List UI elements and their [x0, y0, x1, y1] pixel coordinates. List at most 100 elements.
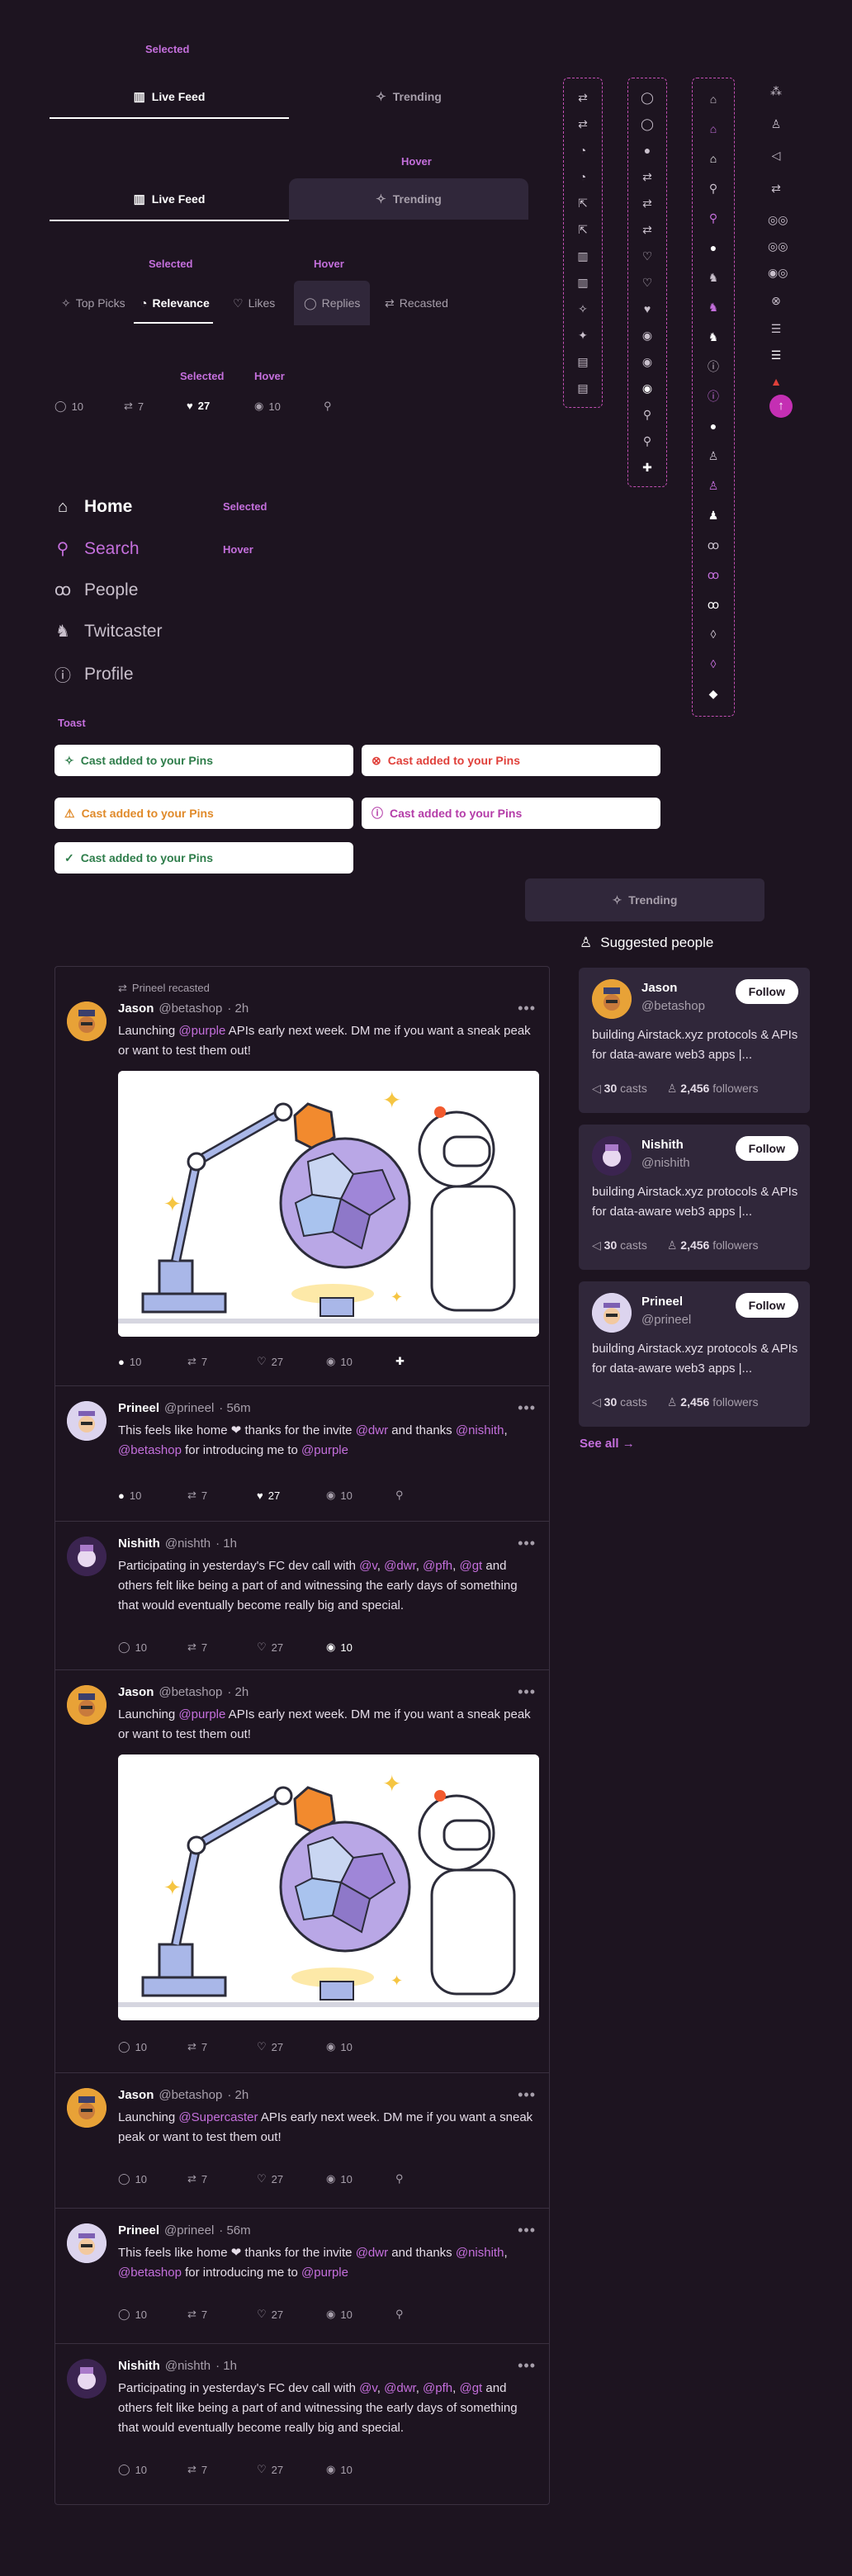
stat-replies[interactable]: ● 10	[118, 1355, 187, 1368]
stat-views[interactable]: ◉ 10	[326, 1641, 395, 1654]
mention[interactable]: @purple	[178, 1024, 225, 1038]
stat-likes[interactable]: ♡ 27	[257, 2040, 326, 2053]
stat-replies[interactable]: ◯ 10	[118, 2040, 187, 2053]
avatar[interactable]	[67, 2359, 106, 2398]
avatar[interactable]	[67, 1537, 106, 1576]
stat-recasts[interactable]: ⇄ 7	[187, 2463, 257, 2476]
stat-views[interactable]: ◉ 10	[326, 1489, 395, 1502]
post[interactable]: Nishith @nishth · 1h ••• Participating in …	[55, 1522, 549, 1670]
stat-recasts[interactable]: ⇄ 7	[124, 400, 144, 413]
person-name[interactable]: Prineel	[641, 1295, 683, 1309]
follow-button[interactable]: Follow	[735, 1136, 798, 1161]
stat-pin[interactable]: ⚲	[395, 1489, 465, 1502]
nav-search[interactable]: ⚲ Search	[53, 538, 140, 559]
mention[interactable]: @purple	[301, 2266, 348, 2280]
nav-home[interactable]: ⌂ Home	[53, 497, 132, 517]
more-icon[interactable]: •••	[518, 2086, 536, 2104]
mention[interactable]: @purple	[178, 1707, 225, 1721]
more-icon[interactable]: •••	[518, 1535, 536, 1552]
post-author[interactable]: Nishith	[118, 1537, 160, 1551]
mention[interactable]: @betashop	[118, 1443, 182, 1457]
mention[interactable]: @dwr	[356, 2246, 388, 2260]
suggested-card[interactable]: Prineel @prineel Follow building Airstac…	[579, 1281, 810, 1427]
nav-people[interactable]: ꝏ People	[53, 580, 139, 600]
avatar[interactable]	[67, 1401, 106, 1441]
filter-recasted[interactable]: ⇄ Recasted	[376, 289, 457, 317]
stat-replies[interactable]: ◯ 10	[118, 1641, 187, 1654]
mention[interactable]: @v	[359, 1559, 377, 1573]
mention[interactable]: @betashop	[118, 2266, 182, 2280]
mention[interactable]: @pfh	[423, 1559, 452, 1573]
filter-top-picks[interactable]: ✧ Top Picks	[53, 289, 134, 317]
more-icon[interactable]: •••	[518, 2222, 536, 2239]
post-author[interactable]: Jason	[118, 2088, 154, 2102]
post[interactable]: Nishith @nishth · 1h ••• Participating in …	[55, 2344, 549, 2504]
stat-recasts[interactable]: ⇄ 7	[187, 1355, 257, 1368]
stat-pin[interactable]: ⚲	[395, 2172, 465, 2185]
stat-likes[interactable]: ♡ 27	[257, 2463, 326, 2476]
post-author[interactable]: Prineel	[118, 2223, 159, 2237]
more-icon[interactable]: •••	[518, 1683, 536, 1701]
suggested-card[interactable]: Nishith @nishith Follow building Airstac…	[579, 1125, 810, 1270]
mention[interactable]: @dwr	[356, 1423, 388, 1437]
tab-live-feed[interactable]: ▥ Live Feed	[50, 76, 289, 117]
stat-likes[interactable]: ♥ 27	[187, 400, 210, 412]
stat-replies[interactable]: ◯ 10	[118, 2463, 187, 2476]
see-all-link[interactable]: See all →	[580, 1437, 635, 1451]
stat-pin[interactable]: ✚	[395, 1355, 465, 1368]
stat-likes[interactable]: ♡ 27	[257, 1355, 326, 1368]
mention[interactable]: @gt	[459, 1559, 482, 1573]
mention[interactable]: @pfh	[423, 2381, 452, 2395]
filter-relevance[interactable]: ◔ Relevance	[132, 289, 218, 317]
post-author[interactable]: Nishith	[118, 2359, 160, 2373]
more-icon[interactable]: •••	[518, 2357, 536, 2375]
mention[interactable]: @dwr	[384, 1559, 416, 1573]
stat-views[interactable]: ◉ 10	[254, 400, 281, 413]
stat-views[interactable]: ◉ 10	[326, 2040, 395, 2053]
more-icon[interactable]: •••	[518, 1399, 536, 1417]
stat-pin[interactable]: ⚲	[395, 2308, 465, 2321]
stat-recasts[interactable]: ⇄ 7	[187, 1489, 257, 1502]
filter-replies[interactable]: ◯ Replies	[294, 281, 371, 325]
nav-profile[interactable]: ⓘ Profile	[53, 662, 134, 686]
post[interactable]: Jason @betashop · 2h ••• Launching @Superc…	[55, 2073, 549, 2209]
post-image[interactable]: ✦ ✦ ✦	[118, 1071, 539, 1337]
mention[interactable]: @v	[359, 2381, 377, 2395]
stat-views[interactable]: ◉ 10	[326, 2463, 395, 2476]
post-author[interactable]: Prineel	[118, 1401, 159, 1415]
mention[interactable]: @nishith	[456, 2246, 504, 2260]
stat-pin[interactable]: ⚲	[324, 400, 332, 413]
stat-views[interactable]: ◉ 10	[326, 2172, 395, 2185]
tab-trending[interactable]: ✧ Trending	[289, 76, 528, 117]
post[interactable]: ⇄ Prineel recasted Jason @betashop · 2h •••…	[55, 967, 549, 1386]
avatar[interactable]	[67, 2223, 106, 2263]
trending-button[interactable]: ✧ Trending	[525, 878, 764, 921]
avatar[interactable]	[67, 1685, 106, 1725]
mention[interactable]: @gt	[459, 2381, 482, 2395]
stat-recasts[interactable]: ⇄ 7	[187, 1641, 257, 1654]
mention[interactable]: @dwr	[384, 2381, 416, 2395]
post-author[interactable]: Jason	[118, 1002, 154, 1016]
stat-recasts[interactable]: ⇄ 7	[187, 2172, 257, 2185]
stat-recasts[interactable]: ⇄ 7	[187, 2040, 257, 2053]
stat-recasts[interactable]: ⇄ 7	[187, 2308, 257, 2321]
follow-button[interactable]: Follow	[735, 1293, 798, 1318]
filter-likes[interactable]: ♡ Likes	[225, 289, 283, 317]
post-image[interactable]: ✦ ✦ ✦	[118, 1754, 539, 2020]
avatar[interactable]	[67, 1002, 106, 1041]
suggested-card[interactable]: Jason @betashop Follow building Airstack…	[579, 968, 810, 1113]
follow-button[interactable]: Follow	[735, 979, 798, 1004]
mention[interactable]: @purple	[301, 1443, 348, 1457]
stat-replies[interactable]: ◯ 10	[54, 400, 83, 413]
stat-views[interactable]: ◉ 10	[326, 2308, 395, 2321]
nav-twitcaster[interactable]: ♞ Twitcaster	[53, 621, 163, 642]
tab-trending-hover[interactable]: ✧ Trending	[289, 178, 528, 220]
mention[interactable]: @Supercaster	[178, 2110, 258, 2124]
arrow-up-icon[interactable]: ↑	[769, 395, 793, 418]
stat-likes[interactable]: ♡ 27	[257, 1641, 326, 1654]
tab-live-feed[interactable]: ▥ Live Feed	[50, 178, 289, 220]
post[interactable]: Prineel @prineel · 56m ••• This feels like…	[55, 2209, 549, 2344]
stat-likes[interactable]: ♥ 27	[257, 1489, 326, 1502]
post[interactable]: Jason @betashop · 2h ••• Launching @purple…	[55, 1670, 549, 2073]
person-name[interactable]: Jason	[641, 981, 677, 995]
